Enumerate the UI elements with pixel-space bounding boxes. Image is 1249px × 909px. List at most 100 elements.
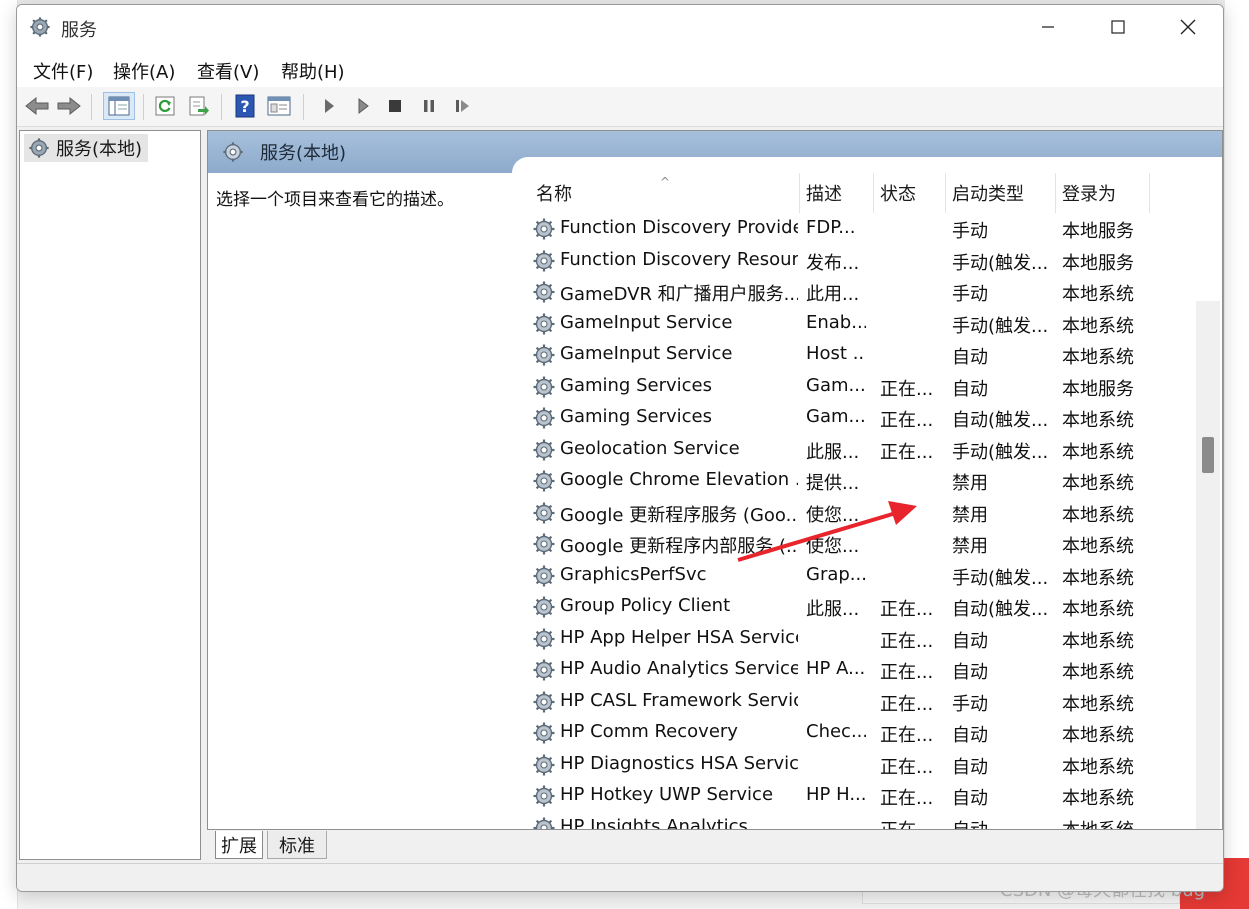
- menu-action[interactable]: 操作(A): [113, 58, 175, 84]
- table-row[interactable]: HP Insights Analytics 正在... 自动 本地系统: [530, 812, 1210, 830]
- table-row[interactable]: HP App Helper HSA Service 正在... 自动 本地系统: [530, 623, 1210, 654]
- table-row[interactable]: Function Discovery Resour... 发布... 手动(触发..…: [530, 245, 1210, 276]
- table-row[interactable]: Group Policy Client 此服... 正在... 自动(触发... 本地系…: [530, 591, 1210, 622]
- refresh-icon: [155, 96, 175, 116]
- stop-icon: [389, 100, 401, 112]
- table-row[interactable]: HP Hotkey UWP Service HP H... 正在... 自动 本地系统: [530, 780, 1210, 811]
- table-row[interactable]: GameDVR 和广播用户服务... 此用... 手动 本地系统: [530, 276, 1210, 307]
- maximize-button[interactable]: [1083, 5, 1153, 49]
- restart-service-button[interactable]: [449, 92, 477, 120]
- minimize-button[interactable]: [1013, 5, 1083, 49]
- cell-description: Chec...: [806, 721, 866, 742]
- gear-icon: [29, 138, 49, 158]
- cell-description: Gam...: [806, 374, 866, 396]
- cell-startup-type: 自动: [952, 378, 988, 400]
- cell-status: 正在...: [880, 441, 934, 463]
- gear-icon: [30, 17, 50, 37]
- cell-name: HP Comm Recovery: [560, 721, 738, 742]
- table-row[interactable]: HP Diagnostics HSA Service 正在... 自动 本地系统: [530, 749, 1210, 780]
- cell-name: HP Hotkey UWP Service: [560, 784, 774, 805]
- back-button[interactable]: [23, 92, 51, 120]
- cell-startup-type: 自动(触发...: [952, 599, 1049, 620]
- cell-name: Group Policy Client: [560, 595, 731, 616]
- forward-button[interactable]: [55, 92, 83, 120]
- export-list-button[interactable]: [185, 92, 213, 120]
- column-header-startup-type[interactable]: 启动类型: [946, 173, 1056, 213]
- table-row[interactable]: GameInput Service Enab... 手动(触发... 本地系统: [530, 308, 1210, 339]
- menu-bar: 文件(F) 操作(A) 查看(V) 帮助(H): [17, 49, 1223, 87]
- tab-standard[interactable]: 标准: [267, 831, 327, 859]
- tab-extended[interactable]: 扩展: [215, 831, 263, 859]
- console-tree-button[interactable]: [103, 92, 135, 120]
- cell-startup-type: 手动(触发...: [952, 567, 1049, 589]
- cell-startup-type: 手动(触发...: [952, 441, 1049, 463]
- service-gear-icon: [532, 816, 556, 829]
- column-header-status[interactable]: 状态: [874, 173, 946, 213]
- table-row[interactable]: Geolocation Service 此服... 正在... 手动(触发... 本地系…: [530, 434, 1210, 465]
- cell-logon-as: 本地系统: [1062, 504, 1134, 526]
- cell-startup-type: 自动: [952, 819, 988, 830]
- gear-icon: [223, 142, 243, 162]
- cell-logon-as: 本地系统: [1062, 819, 1134, 830]
- table-row[interactable]: HP CASL Framework Service 正在... 手动 本地系统: [530, 686, 1210, 717]
- cell-startup-type: 自动: [952, 630, 988, 652]
- cell-startup-type: 自动: [952, 347, 988, 368]
- service-gear-icon: [532, 438, 556, 462]
- table-row[interactable]: Function Discovery Provide... FDP... 手动 本地服…: [530, 213, 1210, 244]
- properties-button[interactable]: [265, 92, 293, 120]
- cell-status: 正在...: [880, 725, 934, 746]
- column-header-name[interactable]: 名称 ^: [530, 173, 800, 213]
- menu-file[interactable]: 文件(F): [33, 58, 93, 84]
- cell-name: HP App Helper HSA Service: [560, 626, 798, 648]
- toolbar-separator: [143, 94, 144, 120]
- menu-view[interactable]: 查看(V): [197, 58, 259, 84]
- sort-ascending-icon: ^: [660, 175, 671, 189]
- cell-startup-type: 禁用: [952, 536, 988, 557]
- vertical-scrollbar[interactable]: [1196, 301, 1220, 829]
- service-gear-icon: [532, 627, 556, 651]
- service-gear-icon: [532, 249, 556, 273]
- cell-logon-as: 本地系统: [1062, 410, 1134, 431]
- column-header-description[interactable]: 描述: [800, 173, 874, 213]
- table-row[interactable]: Google Chrome Elevation ... 提供... 禁用 本地系统: [530, 465, 1210, 496]
- cell-startup-type: 手动(触发...: [952, 252, 1049, 274]
- table-row[interactable]: Google 更新程序服务 (Goo... 使您... 禁用 本地系统: [530, 497, 1210, 528]
- close-button[interactable]: [1153, 5, 1223, 49]
- cell-status: 正在...: [880, 693, 934, 715]
- cell-status: 正在...: [880, 410, 934, 431]
- column-header-logon-as[interactable]: 登录为: [1056, 173, 1150, 213]
- column-description-label: 描述: [806, 184, 842, 205]
- scrollbar-thumb[interactable]: [1202, 437, 1214, 473]
- start-service-alt-button[interactable]: [349, 92, 377, 120]
- cell-status: 正在...: [880, 788, 934, 809]
- stop-service-button[interactable]: [381, 92, 409, 120]
- pause-service-button[interactable]: [415, 92, 443, 120]
- help-button[interactable]: ?: [231, 92, 259, 120]
- cell-startup-type: 禁用: [952, 473, 988, 494]
- service-gear-icon: [532, 469, 556, 493]
- start-service-button[interactable]: [315, 92, 343, 120]
- table-row[interactable]: HP Audio Analytics Service HP A... 正在... 自动…: [530, 654, 1210, 685]
- tree-item-services-local[interactable]: 服务(本地): [24, 134, 149, 162]
- cell-description: 此服...: [806, 441, 860, 463]
- service-gear-icon: [532, 532, 556, 556]
- back-arrow-icon: [25, 96, 49, 116]
- console-tree: 服务(本地): [19, 130, 201, 860]
- table-row[interactable]: Gaming Services Gam... 正在... 自动(触发... 本地系统: [530, 402, 1210, 433]
- cell-logon-as: 本地系统: [1062, 473, 1134, 494]
- cell-status: 正在...: [880, 662, 934, 683]
- table-row[interactable]: HP Comm Recovery Chec... 正在... 自动 本地系统: [530, 717, 1210, 748]
- table-row[interactable]: Google 更新程序内部服务 (... 使您... 禁用 本地系统: [530, 528, 1210, 559]
- title-bar: 服务: [17, 5, 1223, 49]
- table-row[interactable]: GraphicsPerfSvc Grap... 手动(触发... 本地系统: [530, 560, 1210, 591]
- table-row[interactable]: GameInput Service Host ... 自动 本地系统: [530, 339, 1210, 370]
- table-row[interactable]: Gaming Services Gam... 正在... 自动 本地服务: [530, 371, 1210, 402]
- service-gear-icon: [532, 280, 556, 304]
- cell-logon-as: 本地系统: [1062, 315, 1134, 337]
- menu-help[interactable]: 帮助(H): [281, 58, 345, 84]
- cell-description: 此用...: [806, 284, 860, 305]
- main-panel: 服务(本地) 选择一个项目来查看它的描述。 名称 ^ 描述 状态 启动类型 登录…: [207, 130, 1223, 830]
- refresh-button[interactable]: [151, 92, 179, 120]
- resume-icon: [456, 100, 469, 112]
- cell-name: GameInput Service: [560, 311, 733, 333]
